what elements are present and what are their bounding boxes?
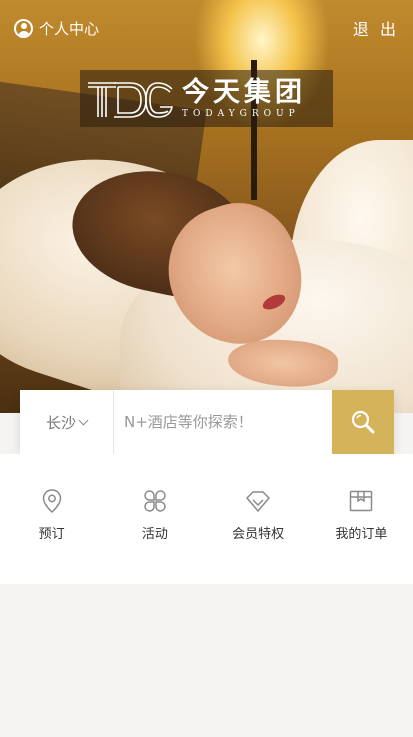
search-icon: [351, 410, 375, 434]
logout-button[interactable]: 退 出: [353, 16, 399, 40]
tdg-logo-mark: [88, 81, 173, 118]
location-pin-icon: [42, 489, 61, 514]
brand-name-cn: 今天集团: [182, 76, 306, 108]
diamond-icon: [246, 491, 270, 512]
menu-item-activity[interactable]: 活动: [103, 488, 206, 584]
search-input[interactable]: [114, 390, 332, 454]
brand-name-en: TODAYGROUP: [182, 108, 300, 119]
clover-icon: [144, 490, 166, 512]
menu-label-booking: 预订: [38, 527, 65, 542]
hero-banner: [0, 0, 413, 413]
user-center-label: 个人中心: [39, 19, 100, 38]
order-box-icon: [350, 490, 373, 512]
top-bar: 个人中心 退 出: [0, 0, 413, 56]
menu-item-my-orders[interactable]: 我的订单: [310, 488, 413, 584]
menu-label-member-privileges: 会员特权: [232, 527, 285, 542]
user-center-link[interactable]: 个人中心: [14, 18, 99, 39]
quick-menu: 预订 活动 会员特权 我的订单: [0, 454, 413, 584]
menu-label-my-orders: 我的订单: [335, 527, 388, 542]
menu-item-member-privileges[interactable]: 会员特权: [207, 488, 310, 584]
menu-item-booking[interactable]: 预订: [0, 488, 103, 584]
city-selector[interactable]: 长沙: [20, 390, 114, 454]
user-icon: [14, 18, 33, 38]
hotel-search-bar: 长沙: [20, 390, 394, 454]
menu-label-activity: 活动: [141, 527, 168, 542]
city-label: 长沙: [45, 413, 76, 432]
search-button[interactable]: [332, 390, 394, 454]
chevron-down-icon: [78, 415, 89, 425]
brand-logo: 今天集团 TODAYGROUP: [80, 70, 333, 127]
